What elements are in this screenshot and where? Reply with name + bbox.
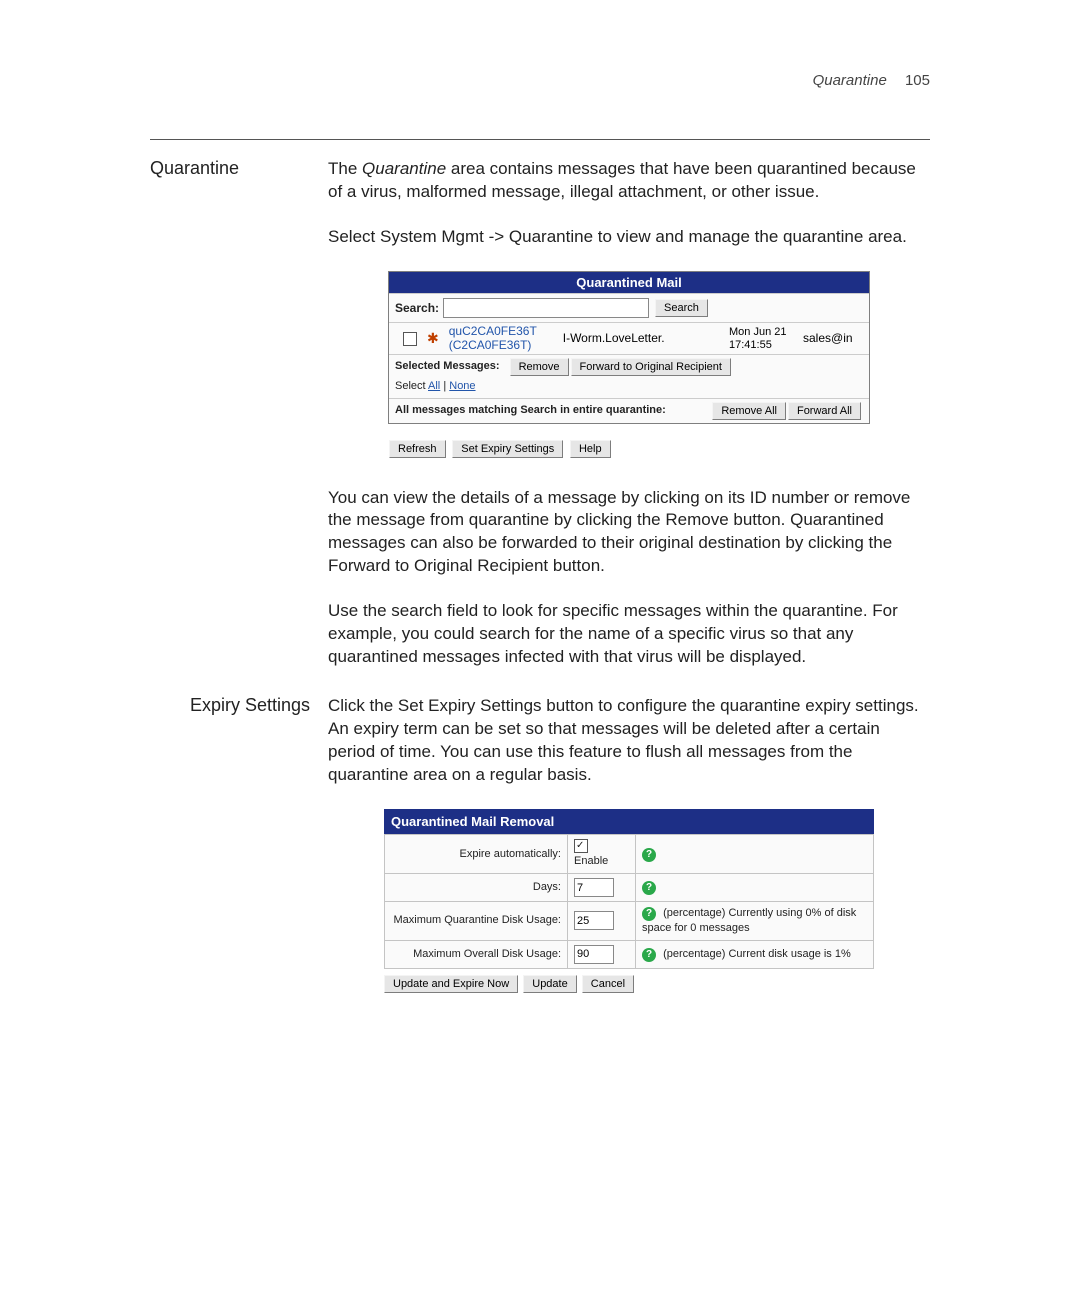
refresh-button[interactable]: Refresh (389, 440, 446, 458)
panel-title: Quarantined Mail (389, 272, 869, 294)
expire-auto-label: Expire automatically: (385, 835, 568, 874)
help-icon[interactable]: ? (642, 848, 656, 862)
virus-icon: ✱ (427, 329, 439, 348)
remove-button[interactable]: Remove (510, 358, 569, 376)
max-quarantine-input[interactable] (574, 911, 614, 930)
section-heading-quarantine: Quarantine (150, 158, 328, 691)
select-all-link[interactable]: All (428, 380, 440, 392)
paragraph: The Quarantine area contains messages th… (328, 158, 930, 204)
days-label: Days: (385, 874, 568, 902)
panel-title: Quarantined Mail Removal (384, 809, 874, 835)
header-section: Quarantine (813, 72, 887, 89)
all-messages-label: All messages matching Search in entire q… (395, 403, 712, 418)
max-overall-input[interactable] (574, 945, 614, 964)
remove-all-button[interactable]: Remove All (712, 402, 786, 420)
max-quarantine-label: Maximum Quarantine Disk Usage: (385, 902, 568, 941)
panel1-bottom-buttons: Refresh Set Expiry Settings Help (389, 430, 869, 459)
divider (150, 139, 930, 140)
running-header: Quarantine 105 (150, 72, 930, 89)
selected-messages-label: Selected Messages: (395, 359, 500, 374)
enable-label: Enable (574, 855, 608, 867)
max-quarantine-info: (percentage) Currently using 0% of disk … (642, 907, 856, 934)
set-expiry-button[interactable]: Set Expiry Settings (452, 440, 563, 458)
section-heading-expiry: Expiry Settings (150, 695, 328, 1011)
help-icon[interactable]: ? (642, 948, 656, 962)
search-button[interactable]: Search (655, 299, 708, 317)
message-id[interactable]: quC2CA0FE36T(C2CA0FE36T) (449, 325, 559, 351)
select-links: Select All | None (389, 379, 869, 398)
quarantined-mail-removal-panel: Quarantined Mail Removal Expire automati… (384, 809, 874, 993)
forward-button[interactable]: Forward to Original Recipient (571, 358, 731, 376)
paragraph: Use the search field to look for specifi… (328, 600, 930, 669)
update-button[interactable]: Update (523, 975, 576, 993)
search-input[interactable] (443, 298, 649, 318)
header-page: 105 (905, 72, 930, 89)
message-row: ✱ quC2CA0FE36T(C2CA0FE36T) I-Worm.LoveLe… (389, 322, 869, 353)
max-overall-info: (percentage) Current disk usage is 1% (663, 948, 851, 960)
help-button[interactable]: Help (570, 440, 611, 458)
help-icon[interactable]: ? (642, 907, 656, 921)
enable-checkbox[interactable] (574, 839, 588, 853)
paragraph: You can view the details of a message by… (328, 487, 930, 579)
row-checkbox[interactable] (403, 332, 417, 346)
paragraph: Select System Mgmt -> Quarantine to view… (328, 226, 930, 249)
select-none-link[interactable]: None (449, 380, 475, 392)
update-expire-button[interactable]: Update and Expire Now (384, 975, 518, 993)
quarantined-mail-panel: Quarantined Mail Search: Search ✱ quC2CA… (388, 271, 870, 424)
help-icon[interactable]: ? (642, 881, 656, 895)
forward-all-button[interactable]: Forward All (788, 402, 861, 420)
message-recipient: sales@in (797, 330, 865, 346)
virus-name: I-Worm.LoveLetter. (559, 330, 729, 346)
cancel-button[interactable]: Cancel (582, 975, 634, 993)
days-input[interactable] (574, 878, 614, 897)
message-date: Mon Jun 21 17:41:55 (729, 326, 797, 350)
max-overall-label: Maximum Overall Disk Usage: (385, 940, 568, 968)
search-label: Search: (395, 300, 439, 316)
paragraph: Click the Set Expiry Settings button to … (328, 695, 930, 787)
